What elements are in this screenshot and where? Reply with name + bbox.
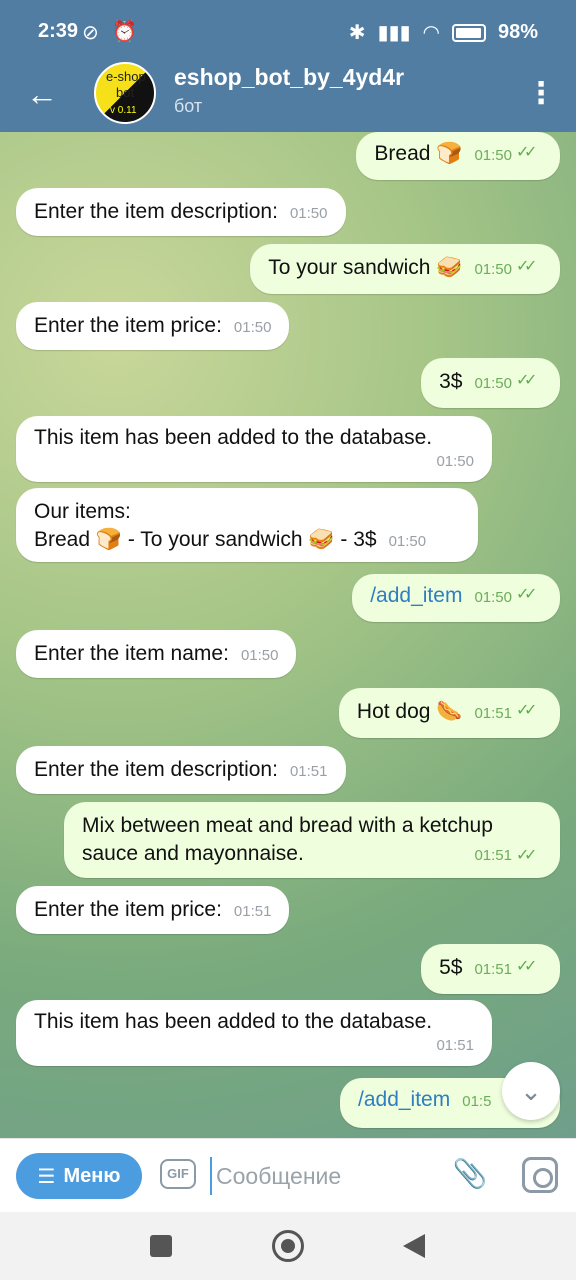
message-bubble[interactable]: To your sandwich 🥪 01:50 xyxy=(250,244,560,294)
message-time: 01:51 xyxy=(289,763,328,780)
avatar[interactable]: e-shop bot v 0.11 xyxy=(94,62,156,124)
chat-title[interactable]: eshop_bot_by_4yd4r xyxy=(174,64,404,91)
message-bubble[interactable]: 3$ 01:50 xyxy=(421,358,560,408)
message-time: 01:50 xyxy=(474,261,512,278)
message-bubble[interactable]: Enter the item name: 01:50 xyxy=(16,630,297,678)
read-ticks-icon xyxy=(516,584,542,604)
recents-icon[interactable] xyxy=(150,1235,172,1257)
read-ticks-icon xyxy=(516,700,542,720)
back-icon[interactable] xyxy=(403,1234,425,1258)
status-time: 2:39 xyxy=(38,20,79,42)
message-text: Bread 🍞 xyxy=(374,142,463,165)
menu-button[interactable]: ☰ Меню xyxy=(16,1153,142,1199)
avatar-line-2: bot xyxy=(116,85,135,100)
wifi-icon: ◠ xyxy=(422,22,440,44)
chat-header: ← e-shop bot v 0.11 eshop_bot_by_4yd4r б… xyxy=(0,62,576,132)
message-bubble[interactable]: Enter the item description: 01:50 xyxy=(16,188,346,236)
top-bar: 2:39 ⊘ ⏰ ✱ ▮▮▮ ◠ 98% ← e-shop bot v 0.11… xyxy=(0,0,576,132)
status-bar: 2:39 ⊘ ⏰ ✱ ▮▮▮ ◠ 98% xyxy=(0,0,576,62)
gif-button[interactable]: GIF xyxy=(160,1159,196,1189)
read-ticks-icon xyxy=(516,142,542,162)
battery-icon xyxy=(451,23,486,42)
message-text: Hot dog 🌭 xyxy=(356,700,463,723)
message-text: Enter the item description: xyxy=(34,758,278,781)
menu-button-label: Меню xyxy=(63,1164,121,1187)
back-arrow-icon[interactable]: ← xyxy=(20,72,64,116)
message-bubble[interactable]: Enter the item description: 01:51 xyxy=(16,746,346,794)
message-text: Enter the item price: xyxy=(34,898,222,921)
camera-icon[interactable] xyxy=(522,1157,558,1193)
message-time: 01:50 xyxy=(474,147,512,164)
message-time: 01:51 xyxy=(436,1037,474,1054)
read-ticks-icon xyxy=(516,370,542,390)
system-nav-bar xyxy=(0,1212,576,1280)
message-text: 5$ xyxy=(439,956,463,979)
attach-icon[interactable]: 📎 xyxy=(452,1157,488,1195)
message-time: 01:51 xyxy=(233,903,272,920)
message-text-line-1: Mix between meat and bread with a ketchu… xyxy=(82,814,493,837)
chat-area[interactable]: Bread 🍞 01:50 Enter the item description:… xyxy=(0,132,576,1138)
message-bubble[interactable]: Our items: Bread 🍞 - To your sandwich 🥪 … xyxy=(16,488,478,562)
message-bubble[interactable]: /add_item 01:50 xyxy=(352,574,560,622)
message-time: 01:50 xyxy=(388,533,427,550)
message-text: 3$ xyxy=(439,370,463,393)
message-bubble[interactable]: Enter the item price: 01:51 xyxy=(16,886,290,934)
message-bubble[interactable]: Hot dog 🌭 01:51 xyxy=(338,688,560,738)
message-bubble[interactable]: Bread 🍞 01:50 xyxy=(356,132,560,180)
message-time: 01:50 xyxy=(474,589,512,606)
message-text: Enter the item price: xyxy=(34,314,222,337)
message-text: Enter the item description: xyxy=(34,200,278,223)
read-ticks-icon xyxy=(516,956,542,976)
message-time: 01:50 xyxy=(436,453,474,470)
home-icon[interactable] xyxy=(272,1230,304,1262)
message-time: 01:50 xyxy=(240,647,279,664)
message-time: 01:51 xyxy=(474,705,512,722)
message-bubble[interactable]: This item has been added to the database… xyxy=(16,1000,492,1066)
status-right: ✱ ▮▮▮ ◠ 98% xyxy=(349,20,538,45)
hamburger-icon: ☰ xyxy=(37,1165,56,1188)
bluetooth-icon: ✱ xyxy=(348,22,366,44)
message-text-line-2: Bread 🍞 - To your sandwich 🥪 - 3$ xyxy=(34,528,377,551)
message-text: This item has been added to the database… xyxy=(34,1010,433,1033)
message-time: 01:50 xyxy=(289,205,328,222)
message-bubble[interactable]: This item has been added to the database… xyxy=(16,416,492,482)
message-text-line-2: sauce and mayonnaise. xyxy=(82,842,304,865)
message-text: This item has been added to the database… xyxy=(34,426,433,449)
message-time: 01:5 xyxy=(462,1093,492,1110)
message-time: 01:50 xyxy=(474,375,512,392)
more-options-icon[interactable]: ⋮ xyxy=(526,72,556,116)
signal-icon: ▮▮▮ xyxy=(377,22,411,44)
chat-subtitle: бот xyxy=(174,96,203,116)
alarm-icon: ⏰ xyxy=(112,21,137,43)
dnd-icon: ⊘ xyxy=(82,22,99,44)
scroll-down-button[interactable]: ⌄ xyxy=(502,1062,560,1120)
message-bubble[interactable]: Mix between meat and bread with a ketchu… xyxy=(64,802,560,878)
command-link[interactable]: /add_item xyxy=(370,584,462,607)
message-text: To your sandwich 🥪 xyxy=(268,256,463,279)
command-link[interactable]: /add_item xyxy=(358,1088,450,1111)
message-bubble[interactable]: 5$ 01:51 xyxy=(421,944,560,994)
message-time: 01:51 xyxy=(474,961,512,978)
message-text: Enter the item name: xyxy=(34,642,229,665)
battery-level: 98% xyxy=(497,21,538,43)
message-bubble[interactable]: Enter the item price: 01:50 xyxy=(16,302,290,350)
message-text-line-1: Our items: xyxy=(34,500,131,523)
message-composer: ☰ Меню GIF 📎 xyxy=(0,1138,576,1212)
read-ticks-icon xyxy=(516,256,542,276)
avatar-line-3: v 0.11 xyxy=(110,105,137,116)
message-time: 01:50 xyxy=(233,319,272,336)
read-ticks-icon xyxy=(516,842,542,870)
message-time: 01:51 xyxy=(474,847,512,864)
message-input[interactable] xyxy=(210,1157,430,1195)
avatar-line-1: e-shop xyxy=(106,69,146,84)
